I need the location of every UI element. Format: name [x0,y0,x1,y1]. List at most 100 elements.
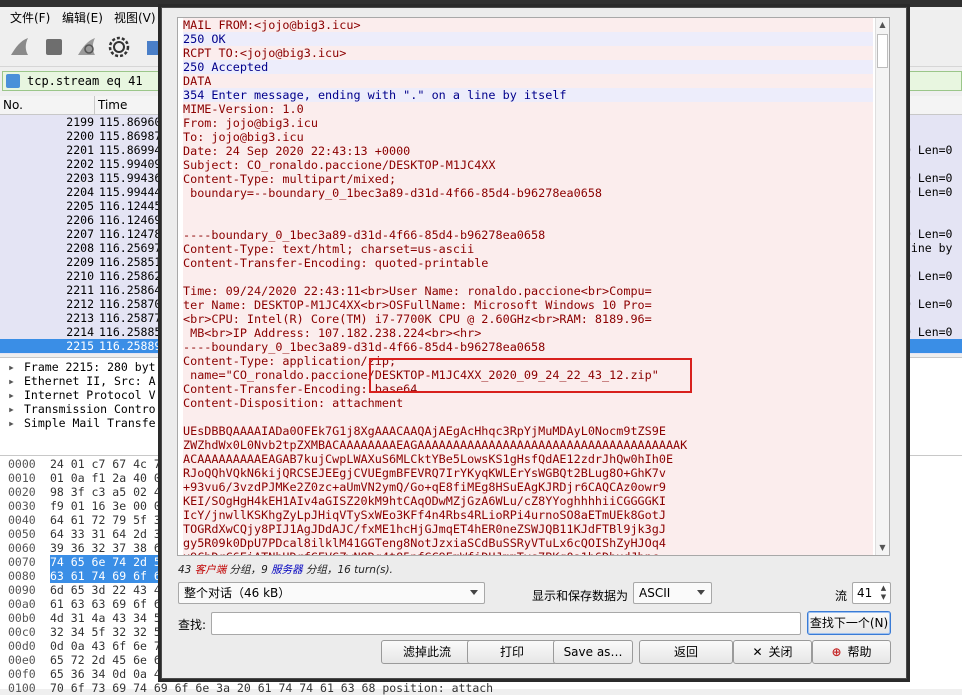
close-button[interactable]: ✕ 关闭 [733,640,812,664]
bytes-row: 0010 01 0a f1 2a 40 0 [8,471,161,485]
client-stream-line: MB<br>IP Address: 107.182.238.224<br><hr… [183,326,873,340]
client-stream-line [183,270,873,284]
server-stream-line: 250 Accepted [183,60,873,74]
bookmark-icon[interactable] [6,74,20,88]
client-stream-line: +93vu6/3vzdPJMKe2Z0zc+aUmVN2ymQ/Go+qE8fi… [183,480,873,494]
client-stream-line: KEI/SOgHgH4kEH1AIv4aGISZ20kM9htCAqODwMZj… [183,494,873,508]
bytes-row: 0030 f9 01 16 3e 00 0 [8,499,161,513]
menu-edit[interactable]: 编辑(E) [62,9,103,26]
expand-arrow-icon[interactable]: ▸ [8,374,24,388]
client-stream-line: RJoQQhVQkN6kijQRCSEJEEgjCVUEgmBFEVRQ7IrY… [183,466,873,480]
client-stream-line: Content-Type: multipart/mixed; [183,172,873,186]
client-stream-line: boundary=--boundary_0_1bec3a89-d31d-4f66… [183,186,873,200]
menu-file[interactable]: 文件(F) [10,9,50,26]
gear-icon[interactable] [107,35,131,59]
lifebuoy-icon: ⊕ [831,645,842,659]
tree-item[interactable]: ▸ Ethernet II, Src: A [8,374,156,388]
client-stream-line: UEsDBBQAAAAIADa0OFEk7G1j8XgAAACAAQAjAEgA… [183,424,873,438]
find-label: 查找: [178,618,207,632]
bytes-row: 00b0 4d 31 4a 43 34 5 [8,611,161,625]
tree-item[interactable]: ▸ Transmission Contro [8,402,156,416]
tree-item[interactable]: ▸ Frame 2215: 280 byt [8,360,156,374]
client-stream-line: Content-Type: text/html; charset=us-asci… [183,242,873,256]
column-time[interactable]: Time [98,98,127,112]
bytes-row: 0020 98 3f c3 a5 02 4 [8,485,161,499]
find-next-button[interactable]: 查找下一个(N) [807,611,891,635]
client-stream-line: DATA [183,74,873,88]
column-no[interactable]: No. [3,98,23,112]
client-stream-line [183,410,873,424]
stream-content-view[interactable]: MAIL FROM:<jojo@big3.icu> 250 OK RCPT TO:<… [177,17,890,556]
bytes-row: 00f0 65 36 34 0d 0a 4 [8,667,161,681]
client-stream-line: Time: 09/24/2020 22:43:11<br>User Name: … [183,284,873,298]
expand-arrow-icon[interactable]: ▸ [8,402,24,416]
vertical-scrollbar[interactable]: ▲ ▼ [875,18,889,555]
client-stream-line: IcY/jnwllKSKhgZyLpJHiqVTySxWEo3KFf4n4Rbs… [183,508,873,522]
client-stream-line: gy5R09k0DpU7PDcal8ilklM41GGTeng8NotJzxia… [183,536,873,550]
filter-out-stream-button[interactable]: 滤掉此流 [381,640,473,664]
stream-status-text: 43 客户端 分组，9 服务器 分组，16 turn(s). [178,564,393,576]
back-button[interactable]: 返回 [639,640,733,664]
help-button[interactable]: ⊕ 帮助 [812,640,891,664]
server-stream-line: 250 OK [183,32,873,46]
client-stream-line [183,200,873,214]
client-stream-line: To: jojo@big3.icu [183,130,873,144]
show-as-select[interactable]: ASCII [633,582,712,604]
scrollbar-thumb[interactable] [877,34,888,68]
scroll-down-icon[interactable]: ▼ [877,542,888,554]
follow-tcp-stream-dialog: MAIL FROM:<jojo@big3.icu> 250 OK RCPT TO:<… [161,7,907,679]
spin-arrows-icon[interactable]: ▲ ▼ [878,584,889,602]
bytes-row: 00a0 61 63 63 69 6f 6 [8,597,161,611]
bytes-row: 0100 70 6f 73 69 74 69 6f 6e 3a 20 61 74 … [8,681,494,695]
chevron-down-icon [697,590,705,595]
bytes-row: 0000 24 01 c7 67 4c 7 [8,457,161,471]
bytes-row: 00d0 0d 0a 43 6f 6e 7 [8,639,161,653]
display-filter-input[interactable]: tcp.stream eq 41 [27,74,143,88]
client-stream-line: Date: 24 Sep 2020 22:43:13 +0000 [183,144,873,158]
shark-fin-start-icon[interactable] [8,35,32,59]
stream-text: MAIL FROM:<jojo@big3.icu> 250 OK RCPT TO:<… [183,18,873,555]
client-stream-line [183,214,873,228]
window-top-strip [0,0,962,7]
chevron-down-icon [470,590,478,595]
client-stream-line: ZWZhdWx0L0Nvb2tpZXMBACAAAAAAAAEAGAAAAAAA… [183,438,873,452]
client-stream-line: MIME-Version: 1.0 [183,102,873,116]
tree-item[interactable]: ▸ Internet Protocol V [8,388,156,402]
client-stream-line: ter Name: DESKTOP-M1JC4XX<br>OSFullName:… [183,298,873,312]
client-stream-line: TOGRdXwCQjy8PIJ1AgJDdAJC/fxME1hcHjGJmqET… [183,522,873,536]
server-stream-line: 354 Enter message, ending with "." on a … [183,88,873,102]
client-stream-line: ----boundary_0_1bec3a89-d31d-4f66-85d4-b… [183,340,873,354]
expand-arrow-icon[interactable]: ▸ [8,360,24,374]
client-stream-line: ACAAAAAAAAAEAGAB7kujCwpLWAXuS6MLCktYBe5L… [183,452,873,466]
bytes-row: 0080 63 61 74 69 6f 6 [8,569,161,583]
client-stream-line: ----boundary_0_1bec3a89-d31d-4f66-85d4-b… [183,228,873,242]
print-button[interactable]: 打印 [467,640,557,664]
client-stream-line: From: jojo@big3.icu [183,116,873,130]
expand-arrow-icon[interactable]: ▸ [8,416,24,430]
bytes-row: 0060 39 36 32 37 38 6 [8,541,161,555]
conversation-select[interactable]: 整个对话（46 kB） [178,582,485,604]
find-input[interactable] [211,612,801,635]
save-as-button[interactable]: Save as… [553,640,633,664]
restart-capture-icon[interactable] [75,35,99,59]
highlight-annotation-box [369,358,692,393]
stop-capture-icon[interactable] [42,35,66,59]
expand-arrow-icon[interactable]: ▸ [8,388,24,402]
show-as-label: 显示和保存数据为 [532,589,629,603]
tree-item[interactable]: ▸ Simple Mail Transfe [8,416,156,430]
bytes-row: 0040 64 61 72 79 5f 3 [8,513,161,527]
close-icon: ✕ [752,645,763,659]
bytes-row: 0050 64 33 31 64 2d 3 [8,527,161,541]
stream-label: 流 [835,589,848,603]
client-stream-line: RCPT TO:<jojo@big3.icu> [183,46,873,60]
client-stream-line: MAIL FROM:<jojo@big3.icu> [183,18,873,32]
client-stream-line: <br>CPU: Intel(R) Core(TM) i7-7700K CPU … [183,312,873,326]
scroll-up-icon[interactable]: ▲ [877,19,888,31]
client-stream-line: Content-Transfer-Encoding: quoted-printa… [183,256,873,270]
bytes-row: 00c0 32 34 5f 32 32 5 [8,625,161,639]
client-stream-line: Content-Disposition: attachment [183,396,873,410]
stream-number-spinbox[interactable]: 41 ▲ ▼ [852,582,891,604]
bytes-row: 0070 74 65 6e 74 2d 5 [8,555,161,569]
bytes-row: 0090 6d 65 3d 22 43 4 [8,583,161,597]
menu-view[interactable]: 视图(V) [114,9,156,26]
